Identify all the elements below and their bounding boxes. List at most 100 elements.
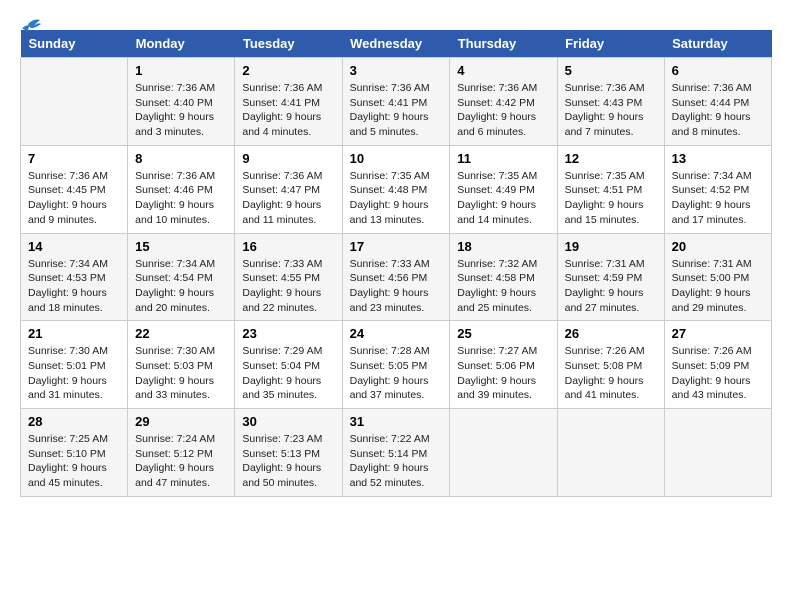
day-info: Sunrise: 7:23 AM Sunset: 5:13 PM Dayligh… bbox=[242, 432, 334, 491]
day-info: Sunrise: 7:25 AM Sunset: 5:10 PM Dayligh… bbox=[28, 432, 120, 491]
calendar-cell: 13 Sunrise: 7:34 AM Sunset: 4:52 PM Dayli… bbox=[664, 145, 771, 233]
day-info: Sunrise: 7:36 AM Sunset: 4:44 PM Dayligh… bbox=[672, 81, 764, 140]
calendar-cell: 21 Sunrise: 7:30 AM Sunset: 5:01 PM Dayli… bbox=[21, 321, 128, 409]
day-info: Sunrise: 7:34 AM Sunset: 4:52 PM Dayligh… bbox=[672, 169, 764, 228]
day-info: Sunrise: 7:36 AM Sunset: 4:41 PM Dayligh… bbox=[242, 81, 334, 140]
day-number: 14 bbox=[28, 239, 120, 254]
week-row-3: 14 Sunrise: 7:34 AM Sunset: 4:53 PM Dayli… bbox=[21, 233, 772, 321]
calendar-cell: 27 Sunrise: 7:26 AM Sunset: 5:09 PM Dayli… bbox=[664, 321, 771, 409]
day-number: 2 bbox=[242, 63, 334, 78]
day-number: 31 bbox=[350, 414, 443, 429]
day-number: 21 bbox=[28, 326, 120, 341]
day-number: 18 bbox=[457, 239, 549, 254]
day-number: 26 bbox=[565, 326, 657, 341]
day-number: 8 bbox=[135, 151, 227, 166]
calendar-cell: 22 Sunrise: 7:30 AM Sunset: 5:03 PM Dayli… bbox=[128, 321, 235, 409]
day-number: 5 bbox=[565, 63, 657, 78]
day-info: Sunrise: 7:26 AM Sunset: 5:08 PM Dayligh… bbox=[565, 344, 657, 403]
day-number: 3 bbox=[350, 63, 443, 78]
calendar-cell bbox=[450, 409, 557, 497]
calendar-cell: 10 Sunrise: 7:35 AM Sunset: 4:48 PM Dayli… bbox=[342, 145, 450, 233]
calendar-cell: 20Sunrise: 7:31 AM Sunset: 5:00 PM Dayli… bbox=[664, 233, 771, 321]
day-info: Sunrise: 7:35 AM Sunset: 4:48 PM Dayligh… bbox=[350, 169, 443, 228]
day-number: 9 bbox=[242, 151, 334, 166]
day-number: 17 bbox=[350, 239, 443, 254]
day-number: 25 bbox=[457, 326, 549, 341]
day-number: 27 bbox=[672, 326, 764, 341]
header-thursday: Thursday bbox=[450, 30, 557, 58]
day-info: Sunrise: 7:26 AM Sunset: 5:09 PM Dayligh… bbox=[672, 344, 764, 403]
day-info: Sunrise: 7:28 AM Sunset: 5:05 PM Dayligh… bbox=[350, 344, 443, 403]
calendar-cell bbox=[664, 409, 771, 497]
day-number: 29 bbox=[135, 414, 227, 429]
header-tuesday: Tuesday bbox=[235, 30, 342, 58]
day-number: 15 bbox=[135, 239, 227, 254]
day-info: Sunrise: 7:36 AM Sunset: 4:46 PM Dayligh… bbox=[135, 169, 227, 228]
week-row-2: 7 Sunrise: 7:36 AM Sunset: 4:45 PM Daylig… bbox=[21, 145, 772, 233]
calendar-cell: 7 Sunrise: 7:36 AM Sunset: 4:45 PM Daylig… bbox=[21, 145, 128, 233]
calendar-cell: 18 Sunrise: 7:32 AM Sunset: 4:58 PM Dayli… bbox=[450, 233, 557, 321]
day-number: 30 bbox=[242, 414, 334, 429]
day-number: 1 bbox=[135, 63, 227, 78]
calendar-cell: 1 Sunrise: 7:36 AM Sunset: 4:40 PM Daylig… bbox=[128, 58, 235, 146]
week-row-5: 28Sunrise: 7:25 AM Sunset: 5:10 PM Dayli… bbox=[21, 409, 772, 497]
calendar-cell: 17 Sunrise: 7:33 AM Sunset: 4:56 PM Dayli… bbox=[342, 233, 450, 321]
calendar-header-row: SundayMondayTuesdayWednesdayThursdayFrid… bbox=[21, 30, 772, 58]
logo-bird-icon bbox=[20, 14, 42, 36]
calendar-cell: 31 Sunrise: 7:22 AM Sunset: 5:14 PM Dayli… bbox=[342, 409, 450, 497]
day-info: Sunrise: 7:36 AM Sunset: 4:42 PM Dayligh… bbox=[457, 81, 549, 140]
calendar-cell: 2 Sunrise: 7:36 AM Sunset: 4:41 PM Daylig… bbox=[235, 58, 342, 146]
day-info: Sunrise: 7:27 AM Sunset: 5:06 PM Dayligh… bbox=[457, 344, 549, 403]
calendar-cell: 9 Sunrise: 7:36 AM Sunset: 4:47 PM Daylig… bbox=[235, 145, 342, 233]
day-info: Sunrise: 7:29 AM Sunset: 5:04 PM Dayligh… bbox=[242, 344, 334, 403]
calendar-cell: 26 Sunrise: 7:26 AM Sunset: 5:08 PM Dayli… bbox=[557, 321, 664, 409]
header-monday: Monday bbox=[128, 30, 235, 58]
day-info: Sunrise: 7:36 AM Sunset: 4:47 PM Dayligh… bbox=[242, 169, 334, 228]
day-info: Sunrise: 7:36 AM Sunset: 4:40 PM Dayligh… bbox=[135, 81, 227, 140]
day-number: 22 bbox=[135, 326, 227, 341]
calendar-cell: 23 Sunrise: 7:29 AM Sunset: 5:04 PM Dayli… bbox=[235, 321, 342, 409]
day-info: Sunrise: 7:36 AM Sunset: 4:41 PM Dayligh… bbox=[350, 81, 443, 140]
week-row-1: 1 Sunrise: 7:36 AM Sunset: 4:40 PM Daylig… bbox=[21, 58, 772, 146]
day-info: Sunrise: 7:36 AM Sunset: 4:45 PM Dayligh… bbox=[28, 169, 120, 228]
day-number: 12 bbox=[565, 151, 657, 166]
calendar-cell: 3 Sunrise: 7:36 AM Sunset: 4:41 PM Daylig… bbox=[342, 58, 450, 146]
day-info: Sunrise: 7:33 AM Sunset: 4:55 PM Dayligh… bbox=[242, 257, 334, 316]
header-friday: Friday bbox=[557, 30, 664, 58]
day-number: 24 bbox=[350, 326, 443, 341]
calendar-table: SundayMondayTuesdayWednesdayThursdayFrid… bbox=[20, 30, 772, 497]
day-number: 16 bbox=[242, 239, 334, 254]
day-info: Sunrise: 7:33 AM Sunset: 4:56 PM Dayligh… bbox=[350, 257, 443, 316]
calendar-cell: 28Sunrise: 7:25 AM Sunset: 5:10 PM Dayli… bbox=[21, 409, 128, 497]
day-number: 10 bbox=[350, 151, 443, 166]
day-number: 19 bbox=[565, 239, 657, 254]
day-number: 23 bbox=[242, 326, 334, 341]
header-saturday: Saturday bbox=[664, 30, 771, 58]
day-info: Sunrise: 7:35 AM Sunset: 4:49 PM Dayligh… bbox=[457, 169, 549, 228]
day-info: Sunrise: 7:34 AM Sunset: 4:54 PM Dayligh… bbox=[135, 257, 227, 316]
day-number: 7 bbox=[28, 151, 120, 166]
calendar-cell: 8 Sunrise: 7:36 AM Sunset: 4:46 PM Daylig… bbox=[128, 145, 235, 233]
week-row-4: 21 Sunrise: 7:30 AM Sunset: 5:01 PM Dayli… bbox=[21, 321, 772, 409]
day-info: Sunrise: 7:36 AM Sunset: 4:43 PM Dayligh… bbox=[565, 81, 657, 140]
day-info: Sunrise: 7:32 AM Sunset: 4:58 PM Dayligh… bbox=[457, 257, 549, 316]
calendar-cell: 5 Sunrise: 7:36 AM Sunset: 4:43 PM Daylig… bbox=[557, 58, 664, 146]
calendar-cell: 14 Sunrise: 7:34 AM Sunset: 4:53 PM Dayli… bbox=[21, 233, 128, 321]
day-info: Sunrise: 7:30 AM Sunset: 5:03 PM Dayligh… bbox=[135, 344, 227, 403]
day-number: 13 bbox=[672, 151, 764, 166]
day-info: Sunrise: 7:31 AM Sunset: 4:59 PM Dayligh… bbox=[565, 257, 657, 316]
calendar-cell: 29 Sunrise: 7:24 AM Sunset: 5:12 PM Dayli… bbox=[128, 409, 235, 497]
day-info: Sunrise: 7:34 AM Sunset: 4:53 PM Dayligh… bbox=[28, 257, 120, 316]
day-info: Sunrise: 7:30 AM Sunset: 5:01 PM Dayligh… bbox=[28, 344, 120, 403]
day-info: Sunrise: 7:22 AM Sunset: 5:14 PM Dayligh… bbox=[350, 432, 443, 491]
calendar-cell: 12 Sunrise: 7:35 AM Sunset: 4:51 PM Dayli… bbox=[557, 145, 664, 233]
calendar-cell: 25 Sunrise: 7:27 AM Sunset: 5:06 PM Dayli… bbox=[450, 321, 557, 409]
day-info: Sunrise: 7:24 AM Sunset: 5:12 PM Dayligh… bbox=[135, 432, 227, 491]
calendar-cell: 24 Sunrise: 7:28 AM Sunset: 5:05 PM Dayli… bbox=[342, 321, 450, 409]
calendar-cell: 19 Sunrise: 7:31 AM Sunset: 4:59 PM Dayli… bbox=[557, 233, 664, 321]
calendar-cell: 16 Sunrise: 7:33 AM Sunset: 4:55 PM Dayli… bbox=[235, 233, 342, 321]
calendar-cell bbox=[557, 409, 664, 497]
day-number: 20 bbox=[672, 239, 764, 254]
day-number: 6 bbox=[672, 63, 764, 78]
day-info: Sunrise: 7:35 AM Sunset: 4:51 PM Dayligh… bbox=[565, 169, 657, 228]
